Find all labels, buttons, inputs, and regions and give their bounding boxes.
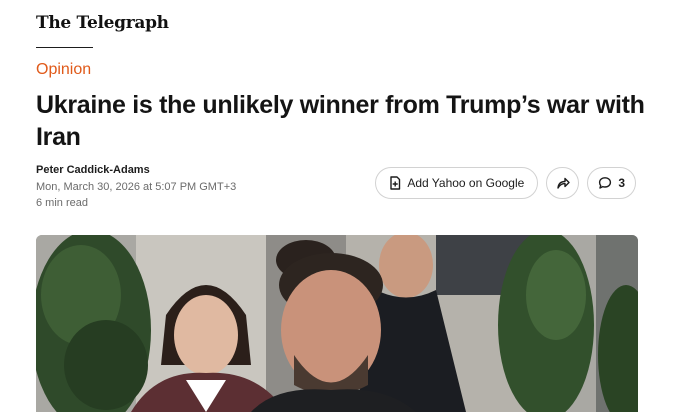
read-time: 6 min read — [36, 197, 88, 209]
comments-button[interactable]: 3 — [587, 167, 636, 199]
add-yahoo-on-google-button[interactable]: Add Yahoo on Google — [375, 167, 539, 199]
share-button[interactable] — [546, 167, 580, 199]
hero-image[interactable] — [36, 235, 638, 412]
plus-document-icon — [389, 176, 401, 190]
hero-photo-illustration — [36, 235, 638, 412]
divider — [36, 47, 93, 48]
article-headline: Ukraine is the unlikely winner from Trum… — [36, 91, 645, 151]
share-arrow-icon — [556, 176, 570, 190]
speech-bubble-icon — [598, 176, 612, 190]
article-kicker[interactable]: Opinion — [36, 61, 91, 79]
article-actions: Add Yahoo on Google 3 — [375, 167, 636, 199]
add-yahoo-on-google-label: Add Yahoo on Google — [407, 176, 525, 190]
comments-count: 3 — [618, 176, 625, 190]
author-name[interactable]: Peter Caddick-Adams — [36, 164, 236, 176]
publisher-logo[interactable]: The Telegraph — [36, 13, 169, 33]
publish-timestamp: Mon, March 30, 2026 at 5:07 PM GMT+3 — [36, 181, 237, 193]
byline: Peter Caddick-Adams Mon, March 30, 2026 … — [36, 164, 236, 211]
